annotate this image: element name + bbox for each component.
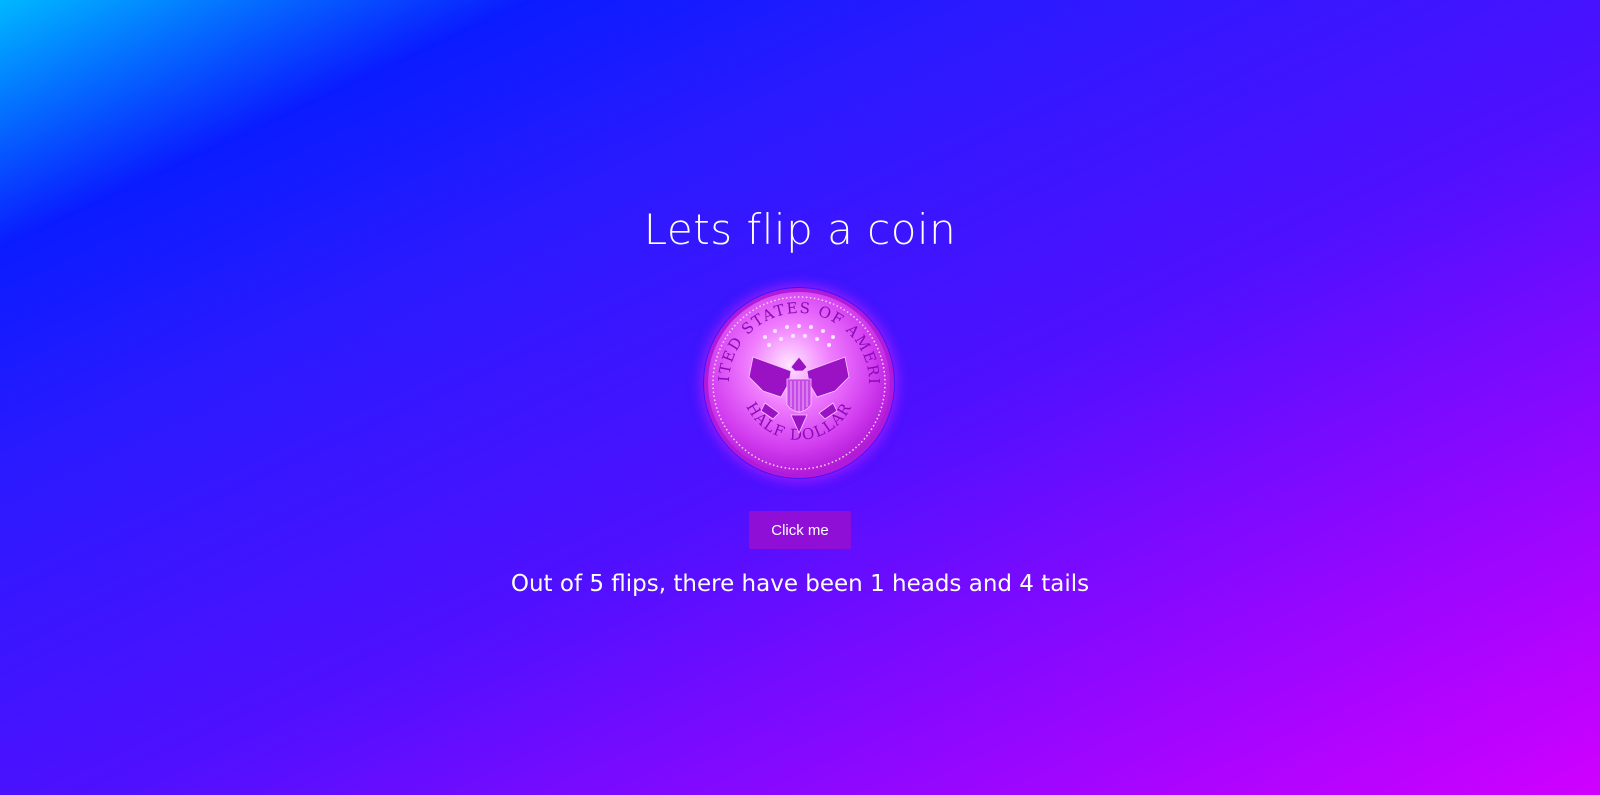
coin-flip-page: Lets flip a coin UNITED STATES OF AMERIC… xyxy=(0,0,1600,795)
flip-coin-button[interactable]: Click me xyxy=(749,511,851,549)
half-dollar-coin-icon: UNITED STATES OF AMERICA HALF DOLLAR xyxy=(703,287,895,479)
flip-summary-text: Out of 5 flips, there have been 1 heads … xyxy=(510,571,1090,597)
coin-image: UNITED STATES OF AMERICA HALF DOLLAR xyxy=(703,287,894,478)
page-title: Lets flip a coin xyxy=(643,205,957,254)
